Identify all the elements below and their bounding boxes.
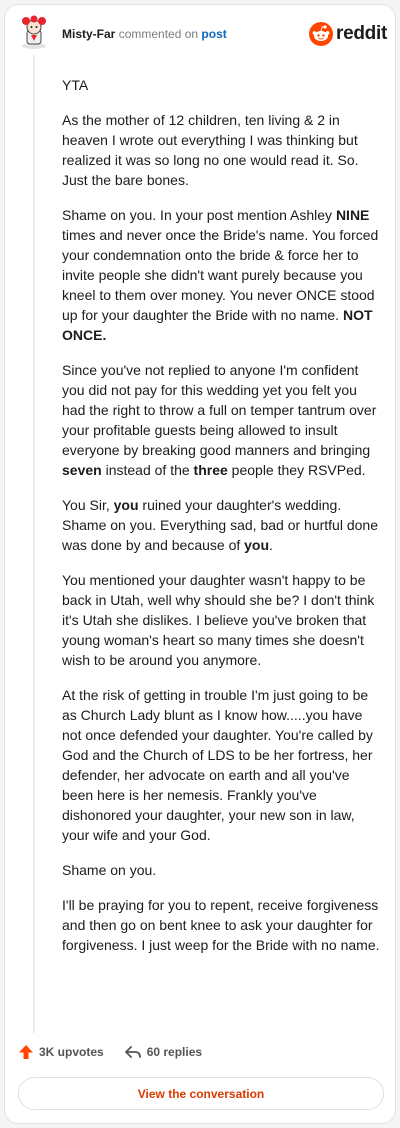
reddit-logo[interactable]: reddit xyxy=(309,22,387,46)
comment-card: Misty-Far commented on post reddit YTA A… xyxy=(4,4,396,1124)
comment-paragraph: I'll be praying for you to repent, recei… xyxy=(62,897,380,953)
user-avatar[interactable] xyxy=(18,15,50,49)
upvote-stat[interactable]: 3K upvotes xyxy=(18,1044,104,1060)
thread-line xyxy=(33,55,35,1033)
username[interactable]: Misty-Far xyxy=(62,27,115,41)
comment-attribution: Misty-Far commented on post xyxy=(62,27,227,41)
text-run: You Sir, xyxy=(62,497,114,513)
comment-paragraph: YTA xyxy=(62,77,89,93)
text-run: times and never once the Bride's name. Y… xyxy=(62,227,379,323)
bold-text: NINE xyxy=(335,207,370,223)
replies-stat[interactable]: 60 replies xyxy=(124,1045,202,1059)
bold-text: you xyxy=(113,497,139,513)
comment-header: Misty-Far commented on post reddit xyxy=(5,5,397,63)
comment-body: YTA As the mother of 12 children, ten li… xyxy=(62,75,380,970)
comment-footer: 3K upvotes 60 replies xyxy=(18,1044,222,1060)
comment-paragraph: Since you've not replied to anyone I'm c… xyxy=(62,360,380,480)
comment-paragraph: You mentioned your daughter wasn't happy… xyxy=(62,572,375,668)
comment-paragraph: You Sir, you ruined your daughter's wedd… xyxy=(62,495,380,555)
reply-count: 60 replies xyxy=(146,1045,203,1059)
comment-paragraph: Shame on you. xyxy=(62,862,157,878)
reddit-wordmark: reddit xyxy=(336,23,387,44)
view-conversation-button[interactable]: View the conversation xyxy=(18,1077,384,1110)
comment-paragraph: As the mother of 12 children, ten living… xyxy=(62,112,359,188)
bold-text: seven xyxy=(62,462,102,478)
text-run: . xyxy=(269,537,273,553)
text-run: instead of the xyxy=(101,462,194,478)
text-run: Shame on you. In your post mention Ashle… xyxy=(62,207,336,223)
comment-paragraph: Shame on you. In your post mention Ashle… xyxy=(62,205,380,345)
upvote-count: 3K upvotes xyxy=(39,1045,104,1059)
bold-text: three xyxy=(193,462,228,478)
text-run: Since you've not replied to anyone I'm c… xyxy=(62,362,377,458)
avatar-icon xyxy=(22,15,46,49)
bold-text: you xyxy=(244,537,270,553)
reddit-snoo-icon xyxy=(309,22,334,46)
text-run: people they RSVPed. xyxy=(227,462,366,478)
reply-arrow-icon xyxy=(124,1046,141,1058)
post-link[interactable]: post xyxy=(201,27,226,41)
commented-on-text: commented on xyxy=(118,27,199,41)
upvote-arrow-icon xyxy=(19,1045,33,1059)
comment-paragraph: At the risk of getting in trouble I'm ju… xyxy=(62,687,373,843)
